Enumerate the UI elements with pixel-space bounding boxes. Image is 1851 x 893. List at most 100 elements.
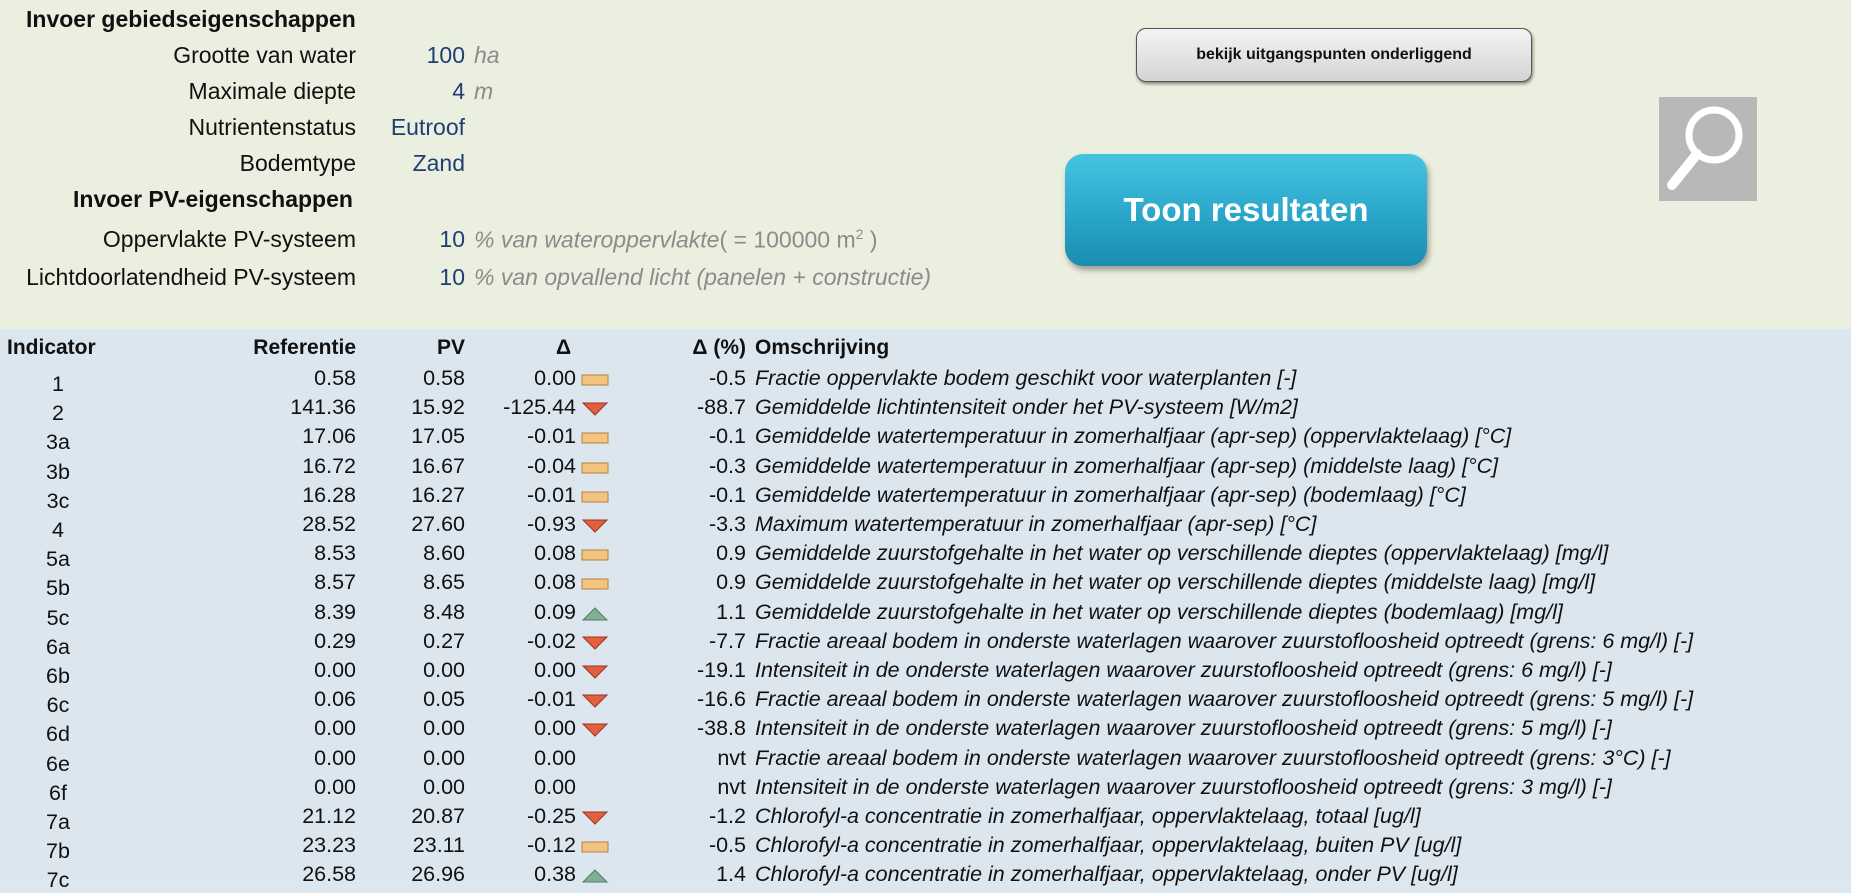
indicator-cell: 5c	[46, 605, 70, 630]
pv-cell: 16.27	[411, 482, 465, 507]
indicator-cell: 5b	[46, 576, 70, 601]
uitgangspunten-button[interactable]: bekijk uitgangspunten onderliggend	[1136, 28, 1532, 82]
omschrijving-cell: Chlorofyl-a concentratie in zomerhalfjaa…	[755, 833, 1462, 858]
delta-pct-cell: -0.1	[708, 424, 746, 449]
referentie-cell: 8.53	[314, 541, 356, 566]
delta-pct-cell: -88.7	[696, 395, 746, 420]
delta-pct-cell: -0.5	[708, 833, 746, 858]
indicator-cell: 7c	[46, 868, 70, 893]
down-triangle-icon	[581, 636, 609, 650]
delta-pct-cell: nvt	[717, 774, 746, 799]
zoom-button[interactable]	[1659, 97, 1757, 201]
omschrijving-cell: Gemiddelde lichtintensiteit onder het PV…	[755, 395, 1298, 420]
referentie-cell: 17.06	[302, 424, 356, 449]
referentie-cell: 0.00	[314, 716, 356, 741]
omschrijving-cell: Gemiddelde watertemperatuur in zomerhalf…	[755, 453, 1499, 478]
up-triangle-icon	[581, 606, 609, 621]
referentie-cell: 16.28	[302, 482, 356, 507]
delta-pct-cell: 0.9	[716, 541, 746, 566]
delta-cell: 0.00	[534, 745, 576, 770]
down-triangle-icon	[581, 665, 609, 679]
delta-pct-cell: 1.4	[716, 862, 746, 887]
delta-pct-cell: -1.2	[708, 804, 746, 828]
delta-pct-cell: -19.1	[696, 658, 746, 682]
delta-cell: 0.00	[534, 716, 576, 741]
indicator-cell: 7b	[46, 839, 70, 864]
header-omschrijving: Omschrijving	[755, 336, 890, 359]
delta-pct-cell: -0.5	[708, 366, 746, 390]
delta-cell: -0.93	[526, 512, 576, 536]
pv-cell: 23.11	[412, 833, 465, 858]
indicator-cell: 4	[52, 518, 64, 542]
referentie-cell: 8.39	[314, 599, 356, 624]
referentie-cell: 8.57	[314, 570, 356, 595]
indicator-cell: 3c	[46, 488, 70, 513]
delta-pct-cell: nvt	[717, 745, 746, 770]
indicator-cell: 2	[52, 401, 64, 426]
pv-cell: 0.00	[423, 716, 465, 741]
indicator-cell: 5a	[46, 547, 70, 572]
delta-cell: 0.08	[534, 570, 576, 595]
input-grootte[interactable]: 100	[427, 42, 465, 69]
header-delta-pct: Δ (%)	[692, 336, 746, 359]
delta-cell: -0.02	[526, 628, 576, 653]
input-oppervlakte-pv[interactable]: 10	[439, 226, 465, 253]
pv-cell: 27.60	[411, 512, 465, 536]
delta-cell: -0.25	[526, 804, 576, 828]
pv-cell: 0.00	[423, 745, 465, 770]
delta-cell: -125.44	[503, 395, 576, 420]
down-triangle-icon	[581, 519, 609, 533]
omschrijving-cell: Gemiddelde zuurstofgehalte in het water …	[755, 599, 1563, 624]
label-bodemtype: Bodemtype	[239, 150, 356, 176]
omschrijving-cell: Fractie areaal bodem in onderste waterla…	[755, 745, 1671, 770]
omschrijving-cell: Gemiddelde zuurstofgehalte in het water …	[755, 570, 1596, 595]
indicator-cell: 6d	[46, 722, 70, 747]
indicator-cell: 7a	[46, 810, 70, 834]
indicator-cell: 1	[52, 372, 64, 396]
indicator-cell: 6a	[46, 634, 70, 659]
delta-cell: -0.01	[526, 424, 576, 449]
referentie-cell: 141.36	[290, 395, 356, 420]
referentie-cell: 23.23	[302, 833, 356, 858]
omschrijving-cell: Gemiddelde watertemperatuur in zomerhalf…	[755, 424, 1512, 449]
select-nutrientenstatus[interactable]: Eutroof	[391, 114, 465, 141]
omschrijving-cell: Fractie areaal bodem in onderste waterla…	[755, 628, 1694, 653]
header-referentie: Referentie	[253, 336, 356, 359]
omschrijving-cell: Intensiteit in de onderste waterlagen wa…	[755, 716, 1612, 741]
up-triangle-icon	[581, 869, 609, 883]
unit-lichtdoorlatendheid: % van opvallend licht (panelen + constru…	[474, 264, 932, 290]
referentie-cell: 28.52	[302, 512, 356, 536]
neutral-bar-icon	[581, 462, 609, 474]
delta-pct-cell: -3.3	[708, 512, 746, 536]
unit-oppervlakte-pv: % van wateroppervlakte( = 100000 m2 )	[474, 226, 878, 254]
unit-oppervlakte-mid: ( = 100000 m	[719, 226, 856, 253]
select-bodemtype[interactable]: Zand	[413, 150, 465, 177]
neutral-bar-icon	[581, 841, 609, 853]
pv-cell: 26.96	[411, 862, 465, 887]
section-title-gebied: Invoer gebiedseigenschappen	[26, 6, 356, 32]
neutral-bar-icon	[581, 432, 609, 444]
referentie-cell: 0.00	[314, 658, 356, 682]
header-indicator: Indicator	[7, 336, 96, 359]
pv-cell: 0.00	[423, 658, 465, 682]
toon-resultaten-button[interactable]: Toon resultaten	[1065, 154, 1427, 266]
pv-cell: 16.67	[411, 453, 465, 478]
down-triangle-icon	[581, 402, 609, 416]
pv-cell: 0.27	[423, 628, 465, 653]
referentie-cell: 16.72	[302, 453, 356, 478]
neutral-bar-icon	[581, 578, 609, 590]
indicator-cell: 6f	[49, 780, 67, 805]
delta-pct-cell: -7.7	[708, 628, 746, 653]
omschrijving-cell: Gemiddelde zuurstofgehalte in het water …	[755, 541, 1609, 566]
delta-cell: 0.08	[534, 541, 576, 566]
referentie-cell: 0.00	[314, 774, 356, 799]
delta-cell: 0.09	[534, 599, 576, 624]
referentie-cell: 0.29	[314, 628, 356, 653]
delta-pct-cell: -0.3	[708, 453, 746, 478]
delta-cell: 0.00	[534, 366, 576, 390]
indicator-cell: 3a	[46, 430, 70, 455]
omschrijving-cell: Gemiddelde watertemperatuur in zomerhalf…	[755, 482, 1466, 507]
delta-cell: -0.01	[526, 482, 576, 507]
input-diepte[interactable]: 4	[452, 78, 465, 105]
input-lichtdoorlatendheid[interactable]: 10	[439, 264, 465, 291]
